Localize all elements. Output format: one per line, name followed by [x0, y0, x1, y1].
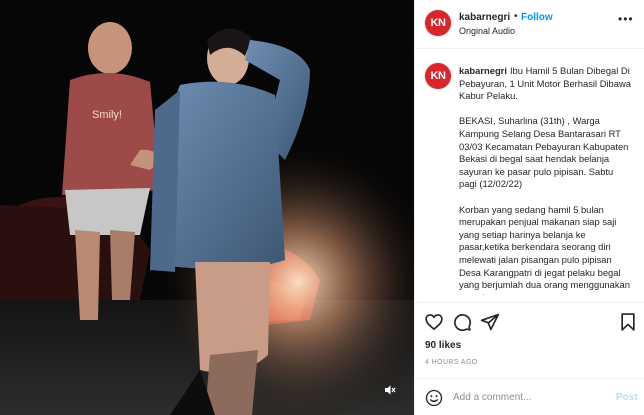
- comment-icon[interactable]: [452, 312, 472, 332]
- video-frame: Smily!: [0, 0, 414, 415]
- caption-paragraph: Korban yang sedang hamil 5 bulan merupak…: [459, 203, 630, 295]
- mute-button[interactable]: [384, 384, 404, 404]
- shirt-text: Smily!: [92, 109, 122, 121]
- caption-paragraph: kabarnegri Ibu Hamil 5 Bulan Dibegal Di P…: [459, 65, 631, 103]
- caption-avatar[interactable]: KN: [425, 63, 451, 89]
- caption-avatar-initials: KN: [430, 70, 446, 82]
- emoji-icon[interactable]: [425, 389, 443, 407]
- post-side-panel: KN kabarnegri • Follow Original Audio ••…: [414, 0, 644, 415]
- speaker-muted-icon: [385, 385, 396, 395]
- comment-input[interactable]: Add a comment...: [453, 392, 531, 403]
- video-player[interactable]: Smily!: [0, 0, 414, 415]
- separator-dot: •: [514, 11, 518, 22]
- caption-username[interactable]: kabarnegri: [459, 65, 507, 76]
- post-button[interactable]: Post: [616, 392, 638, 403]
- comment-divider: [415, 378, 644, 379]
- username-link[interactable]: kabarnegri: [459, 12, 510, 23]
- action-bar: [415, 312, 644, 334]
- avatar-initials: KN: [430, 17, 446, 29]
- post-timestamp[interactable]: 4 HOURS AGO: [425, 359, 478, 366]
- header-divider: [415, 48, 644, 49]
- likes-count[interactable]: 90 likes: [425, 340, 461, 351]
- caption-text: kabarnegri Ibu Hamil 5 Bulan Dibegal Di P…: [459, 65, 631, 295]
- avatar[interactable]: KN: [425, 10, 451, 36]
- share-icon[interactable]: [480, 312, 500, 332]
- audio-label[interactable]: Original Audio: [459, 26, 515, 36]
- follow-button[interactable]: Follow: [521, 12, 553, 23]
- bookmark-icon[interactable]: [618, 312, 638, 332]
- comment-form: Add a comment... Post: [415, 384, 644, 414]
- heart-icon[interactable]: [424, 312, 444, 332]
- more-options-icon[interactable]: •••: [618, 12, 634, 26]
- caption-paragraph: BEKASI, Suharlina (31th) , Warga Kampung…: [459, 115, 629, 190]
- actions-divider: [415, 302, 644, 303]
